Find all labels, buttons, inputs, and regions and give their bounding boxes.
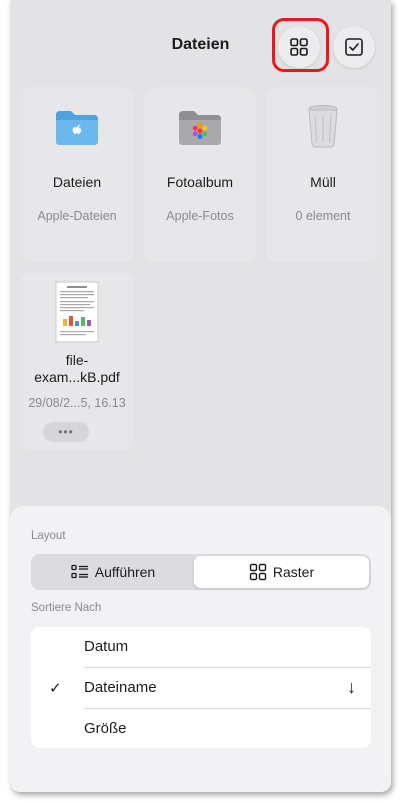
tile-subtitle: Apple-Dateien	[37, 209, 117, 223]
list-icon	[71, 564, 88, 579]
checkmark-icon: ✓	[49, 680, 62, 697]
sort-direction-arrow-icon: ↓	[347, 677, 356, 697]
file-name-line2: exam...kB.pdf	[34, 369, 120, 385]
tile-subtitle: 0 element	[295, 209, 351, 223]
sort-option-groesse[interactable]: Größe	[31, 709, 371, 749]
highlight-annotation	[272, 18, 329, 72]
trash-icon	[308, 105, 338, 148]
pdf-thumbnail-icon	[55, 281, 99, 343]
layout-option-grid[interactable]: Raster	[194, 556, 369, 588]
files-screen: Dateien Dateien Apple-Dateien Fotoalbum …	[10, 0, 391, 792]
file-date: 29/08/2...5, 16.13	[28, 396, 126, 410]
file-name-line1: file-	[65, 352, 89, 368]
layout-option-label: Raster	[272, 564, 315, 580]
tile-muell[interactable]: Müll 0 element	[266, 87, 380, 262]
more-icon: •••	[58, 425, 74, 439]
sort-section-label: Sortiere Nach	[31, 602, 102, 614]
sort-options-list: Datum ✓ Dateiname ↓ Größe	[31, 627, 371, 748]
header: Dateien	[10, 0, 391, 92]
tile-name: Dateien	[52, 174, 102, 190]
sort-option-label: Dateiname	[84, 679, 157, 696]
photo-album-icon	[179, 111, 221, 145]
sort-option-label: Größe	[84, 720, 127, 737]
grid-icon	[249, 563, 267, 581]
more-options-button[interactable]: •••	[43, 422, 89, 442]
tile-subtitle: Apple-Fotos	[166, 209, 234, 223]
sort-option-label: Datum	[84, 638, 129, 655]
folder-icon	[56, 111, 98, 145]
layout-segmented-control: Aufführen Raster	[31, 554, 371, 590]
layout-section-label: Layout	[31, 530, 66, 542]
select-button[interactable]	[333, 26, 375, 68]
tile-fotoalbum[interactable]: Fotoalbum Apple-Fotos	[144, 87, 256, 262]
layout-sort-sheet: Layout Aufführen Raster Sortiere Nach Da…	[10, 506, 391, 792]
sort-option-datum[interactable]: Datum	[31, 627, 371, 667]
layout-option-list[interactable]: Aufführen	[33, 556, 193, 588]
checkbox-icon	[345, 38, 363, 56]
tile-name: Fotoalbum	[166, 174, 234, 190]
layout-option-label: Aufführen	[94, 564, 156, 580]
tile-name: Müll	[310, 174, 336, 190]
sort-option-dateiname[interactable]: ✓ Dateiname ↓	[31, 668, 371, 708]
tile-dateien[interactable]: Dateien Apple-Dateien	[20, 87, 134, 262]
